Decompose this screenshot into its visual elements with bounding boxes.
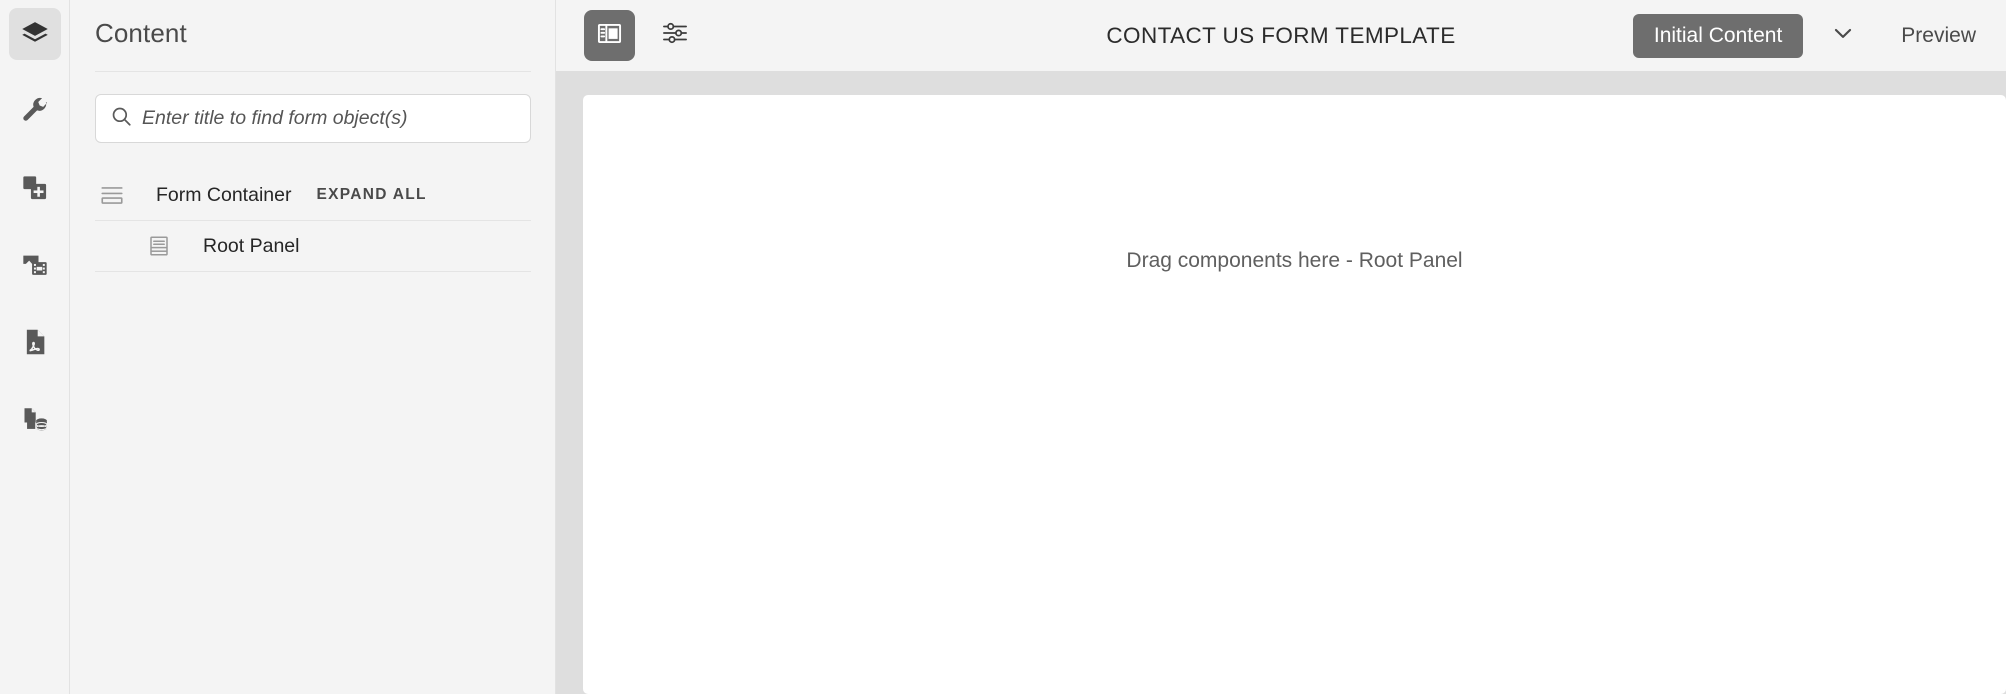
rail-item-assets[interactable] — [9, 239, 61, 291]
search-icon — [110, 105, 142, 133]
rail-item-layers[interactable] — [8, 8, 61, 60]
add-fragment-icon — [21, 174, 49, 202]
search-container — [70, 72, 556, 143]
form-canvas[interactable]: Drag components here - Root Panel — [583, 95, 2006, 694]
rail-item-tools[interactable] — [9, 85, 61, 137]
expand-all-button[interactable]: EXPAND ALL — [316, 186, 426, 204]
search-input[interactable] — [142, 107, 516, 130]
canvas-drop-hint: Drag components here - Root Panel — [1126, 249, 1463, 272]
pdf-file-icon — [21, 328, 49, 356]
layers-icon — [20, 19, 50, 49]
form-container-icon — [95, 178, 129, 212]
left-icon-rail — [0, 0, 70, 694]
canvas-area: Drag components here - Root Panel — [556, 71, 2006, 694]
root-panel-icon — [142, 229, 176, 263]
layout-panel-icon — [596, 20, 623, 52]
tree-row-form-container[interactable]: Form Container EXPAND ALL — [95, 170, 531, 221]
tree-row-root-panel[interactable]: Root Panel — [95, 221, 531, 272]
rail-item-pdf[interactable] — [9, 316, 61, 368]
preview-button[interactable]: Preview — [1901, 24, 1976, 48]
content-panel: Content Enter title to find form object(… — [70, 0, 556, 694]
main-area: CONTACT US FORM TEMPLATE Initial Content… — [556, 0, 2006, 694]
media-icon — [21, 251, 49, 279]
form-editor-app: Content Enter title to find form object(… — [0, 0, 2006, 694]
wrench-icon — [21, 97, 49, 125]
properties-button[interactable] — [649, 10, 700, 61]
rail-item-data-source[interactable] — [9, 393, 61, 445]
tree-label-form-container: Form Container — [156, 183, 292, 206]
rail-item-add-fragment[interactable] — [9, 162, 61, 214]
content-panel-edge — [555, 0, 556, 694]
chevron-down-icon — [1830, 20, 1856, 51]
tree-label-root-panel: Root Panel — [203, 234, 300, 257]
toolbar-actions: Initial Content Preview — [1632, 13, 2006, 58]
toggle-side-panel-button[interactable] — [584, 10, 635, 61]
form-object-tree: Form Container EXPAND ALL Root Panel — [70, 170, 556, 272]
mode-selector-dropdown[interactable] — [1817, 14, 1869, 58]
data-source-icon — [21, 405, 49, 433]
search-box[interactable] — [95, 94, 531, 143]
mode-selector-button[interactable]: Initial Content — [1632, 13, 1804, 58]
editor-toolbar: CONTACT US FORM TEMPLATE Initial Content… — [556, 0, 2006, 71]
content-panel-title: Content — [95, 18, 187, 48]
sliders-icon — [661, 19, 689, 52]
